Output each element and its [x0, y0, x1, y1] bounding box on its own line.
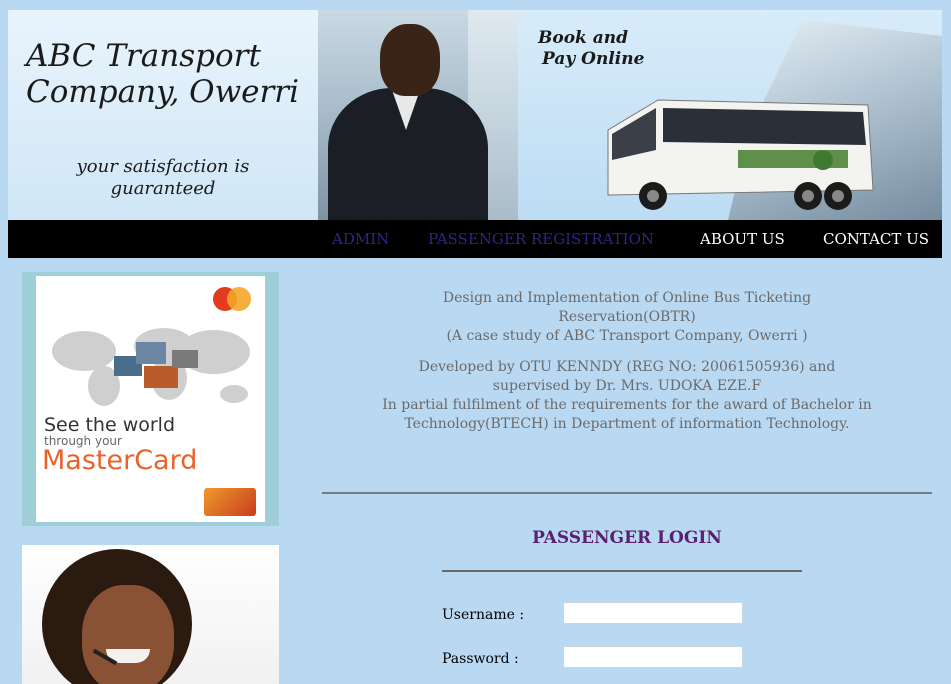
nav-link-about-us[interactable]: ABOUT US	[700, 229, 785, 249]
project-title-line-2: Reservation(OBTR)	[558, 309, 696, 325]
password-input[interactable]	[563, 646, 743, 668]
main-navbar: ADMIN PASSENGER REGISTRATION ABOUT US CO…	[8, 220, 942, 258]
ad-brand: MasterCard	[42, 445, 198, 476]
login-divider	[442, 570, 802, 572]
developer-line-1: Developed by OTU KENNDY (REG NO: 2006150…	[418, 359, 836, 375]
mastercard-ad-panel: See the world through your MasterCard	[36, 276, 265, 522]
credit-card-icon	[204, 488, 256, 516]
book-and-pay-promo: Book and Pay Online	[538, 28, 644, 70]
tagline: your satisfaction is guaranteed	[76, 156, 250, 199]
developer-line-2: supervised by Dr. Mrs. UDOKA EZE.F	[492, 378, 762, 394]
header-banner: ABC Transport Company, Owerri your satis…	[8, 10, 942, 220]
bus-photo	[607, 99, 874, 210]
chauffeur-photo	[318, 10, 518, 220]
chauffeur-head	[380, 24, 440, 96]
mastercard-logo-icon	[213, 287, 251, 311]
project-title-line-1: Design and Implementation of Online Bus …	[442, 290, 812, 306]
case-study-line: (A case study of ABC Transport Company, …	[446, 328, 808, 344]
mastercard-ad[interactable]: See the world through your MasterCard	[22, 272, 279, 526]
agent-face	[82, 585, 174, 684]
nav-link-passenger-registration[interactable]: PASSENGER REGISTRATION	[428, 229, 654, 249]
username-input[interactable]	[563, 602, 743, 624]
requirement-line-1: In partial fulfilment of the requirement…	[382, 397, 872, 413]
nav-link-contact-us[interactable]: CONTACT US	[823, 229, 929, 249]
login-title: PASSENGER LOGIN	[532, 528, 722, 548]
brand-title: ABC Transport Company, Owerri	[26, 38, 300, 110]
page: ABC Transport Company, Owerri your satis…	[0, 0, 951, 684]
promo-line-2: Pay Online	[542, 49, 645, 69]
nav-link-admin[interactable]: ADMIN	[332, 229, 389, 249]
customer-support-photo	[22, 545, 279, 684]
promo-line-1: Book and	[538, 28, 629, 48]
requirement-line-2: Technology(BTECH) in Department of infor…	[404, 416, 850, 432]
ad-headline: See the world	[44, 414, 176, 436]
username-label: Username :	[442, 607, 525, 623]
banner-brand-panel: ABC Transport Company, Owerri your satis…	[8, 10, 318, 220]
world-map-icon	[52, 328, 250, 406]
project-info: Design and Implementation of Online Bus …	[322, 289, 932, 434]
content-divider	[322, 492, 932, 494]
password-label: Password :	[442, 651, 519, 667]
